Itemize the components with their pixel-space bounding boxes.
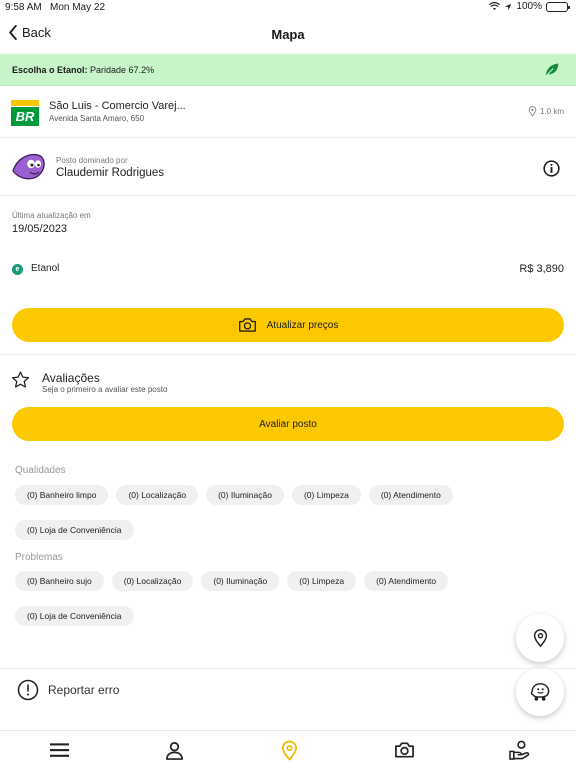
battery-percent: 100% <box>516 1 542 12</box>
station-address: Avenida Santa Amaro, 650 <box>49 114 145 123</box>
tab-user-hand[interactable] <box>508 739 530 761</box>
brand-logo-text: BR <box>11 107 39 126</box>
station-brand-logo: BR <box>11 100 39 126</box>
update-prices-label: Atualizar preços <box>266 319 339 331</box>
fuel-price-row: e Etanol R$ 3,890 <box>12 263 564 277</box>
station-name: São Luis - Comercio Varej... <box>49 100 186 112</box>
qualities-label: Qualidades <box>15 465 66 476</box>
report-error-label: Reportar erro <box>48 683 120 697</box>
ethanol-badge-icon: e <box>12 264 23 275</box>
info-icon[interactable] <box>543 160 560 177</box>
menu-icon <box>49 743 69 757</box>
section-divider <box>0 354 576 355</box>
status-bar: 9:58 AM Mon May 22 100% <box>0 0 576 16</box>
owner-label: Posto dominado por <box>56 156 128 165</box>
station-distance: 1.0 km <box>528 106 564 117</box>
map-pin-icon <box>528 106 537 117</box>
problems-label: Problemas <box>15 552 63 563</box>
update-prices-button[interactable]: Atualizar preços <box>12 308 564 342</box>
location-fab-button[interactable] <box>516 614 564 662</box>
fuel-name: Etanol <box>31 263 60 274</box>
qualities-chips-row-1: (0) Banheiro limpo (0) Localização (0) I… <box>15 485 453 505</box>
alert-circle-icon <box>17 679 39 701</box>
reviews-subtitle: Seja o primeiro a avaliar este posto <box>42 385 168 394</box>
tab-map[interactable] <box>278 739 300 761</box>
camera-icon <box>394 742 414 758</box>
wifi-icon <box>489 2 501 10</box>
quality-chip-service[interactable]: (0) Atendimento <box>368 485 453 505</box>
distance-value: 1.0 km <box>539 107 564 116</box>
quality-chip-lighting[interactable]: (0) Iluminação <box>206 485 284 505</box>
station-info[interactable]: BR São Luis - Comercio Varej... Avenida … <box>0 86 576 138</box>
quality-chip-convenience-store[interactable]: (0) Loja de Conveniência <box>15 520 134 540</box>
report-error-row[interactable]: Reportar erro <box>0 668 576 710</box>
rate-station-label: Avaliar posto <box>259 418 317 430</box>
problem-chip-lighting[interactable]: (0) Iluminação <box>201 571 280 591</box>
quality-chip-cleanliness[interactable]: (0) Limpeza <box>291 485 361 505</box>
banner-detail: Paridade 67.2% <box>90 65 155 75</box>
reviews-section: Avaliações Seja o primeiro a avaliar est… <box>0 364 576 404</box>
tab-profile[interactable] <box>163 739 185 761</box>
problem-chip-dirty-bathroom[interactable]: (0) Banheiro sujo <box>15 571 104 591</box>
status-time: 9:58 AM <box>5 2 42 13</box>
fuel-price: R$ 3,890 <box>519 263 564 275</box>
map-pin-icon <box>533 629 547 648</box>
problem-chip-convenience-store[interactable]: (0) Loja de Conveniência <box>15 606 134 626</box>
status-date: Mon May 22 <box>50 2 106 13</box>
map-pin-icon <box>281 740 297 761</box>
problems-chips-row-1: (0) Banheiro sujo (0) Localização (0) Il… <box>15 571 449 591</box>
status-right: 100% <box>489 1 570 12</box>
banner-text: Escolha o Etanol: Paridade 67.2% <box>12 65 154 75</box>
location-arrow-icon <box>505 3 512 10</box>
user-hand-icon <box>508 740 529 760</box>
tab-menu[interactable] <box>48 739 70 761</box>
star-icon <box>11 371 30 388</box>
camera-icon <box>238 318 256 332</box>
navigation-bar: Back Mapa <box>0 16 576 54</box>
leaf-icon <box>545 63 559 77</box>
problem-chip-service[interactable]: (0) Atendimento <box>364 571 449 591</box>
station-owner: Posto dominado por Claudemir Rodrigues <box>0 138 576 196</box>
last-update-label: Última atualização em <box>12 211 91 220</box>
ethanol-parity-banner: Escolha o Etanol: Paridade 67.2% <box>0 54 576 86</box>
battery-icon <box>546 1 570 12</box>
qualities-chips-row-2: (0) Loja de Conveniência <box>15 520 134 540</box>
last-update-date: 19/05/2023 <box>12 223 68 235</box>
bottom-tab-bar <box>0 730 576 768</box>
owner-name: Claudemir Rodrigues <box>56 167 165 179</box>
quality-chip-clean-bathroom[interactable]: (0) Banheiro limpo <box>15 485 109 505</box>
problem-chip-location[interactable]: (0) Localização <box>111 571 194 591</box>
owner-avatar-icon <box>12 153 45 180</box>
page-title: Mapa <box>271 27 305 42</box>
profile-icon <box>165 741 183 760</box>
reviews-title: Avaliações <box>42 371 100 385</box>
banner-lead: Escolha o Etanol: <box>12 65 88 75</box>
rate-station-button[interactable]: Avaliar posto <box>12 407 564 441</box>
problems-chips-row-2: (0) Loja de Conveniência <box>15 606 134 626</box>
problem-chip-cleanliness[interactable]: (0) Limpeza <box>287 571 357 591</box>
tab-camera[interactable] <box>393 739 415 761</box>
quality-chip-location[interactable]: (0) Localização <box>116 485 199 505</box>
